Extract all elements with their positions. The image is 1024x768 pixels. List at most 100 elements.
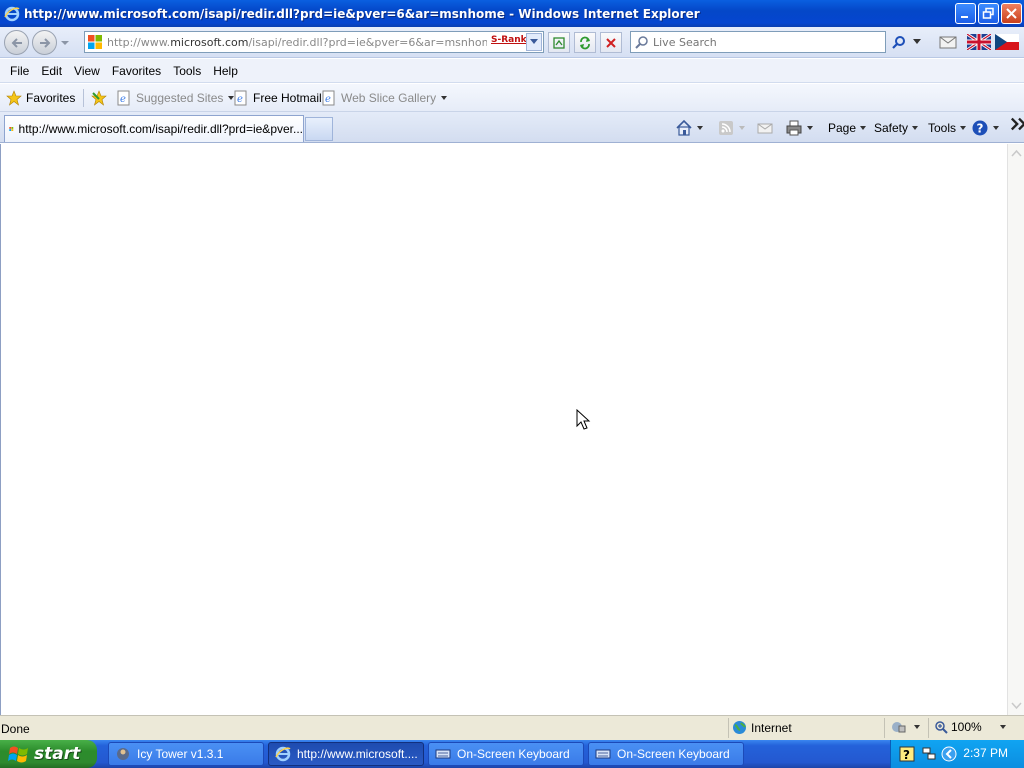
back-button[interactable] (4, 30, 29, 55)
tools-menu-button[interactable]: Tools (928, 118, 967, 138)
compatibility-view-button[interactable] (548, 32, 570, 53)
taskbar-icy-tower[interactable]: Icy Tower v1.3.1 (108, 742, 264, 766)
forward-button[interactable] (32, 30, 57, 55)
microsoft-favicon-icon (9, 127, 14, 131)
help-tray-icon[interactable]: ? (899, 746, 915, 762)
protected-mode-icon (892, 722, 906, 733)
zoom-control[interactable]: 100% (934, 720, 1006, 734)
windows-logo-icon (8, 746, 28, 763)
home-button[interactable] (675, 118, 703, 138)
chevron-down-icon (807, 126, 813, 130)
status-divider (728, 718, 729, 738)
chevron-double-right-icon (1010, 117, 1024, 131)
recent-pages-dropdown-icon[interactable] (61, 39, 69, 47)
taskbar-label: http://www.microsoft.... (297, 747, 418, 761)
menu-edit[interactable]: Edit (35, 64, 68, 78)
internet-explorer-icon (275, 746, 291, 762)
mouse-cursor-icon (576, 409, 591, 430)
address-bar[interactable]: http://www.microsoft.com/isapi/redir.dll… (84, 31, 544, 53)
safety-menu-button[interactable]: Safety (874, 118, 919, 138)
read-mail-button[interactable] (756, 118, 774, 138)
svg-text:?: ? (903, 748, 910, 762)
refresh-button[interactable] (574, 32, 596, 53)
forward-arrow-icon (39, 37, 50, 48)
svg-text:?: ? (977, 122, 984, 136)
page-content[interactable] (0, 144, 1007, 715)
close-button[interactable] (1001, 3, 1022, 24)
menu-help[interactable]: Help (207, 64, 244, 78)
svg-text:e: e (120, 94, 126, 105)
search-input[interactable] (653, 35, 873, 49)
tools-menu-label: Tools (928, 121, 957, 135)
suggested-sites-button[interactable]: e Suggested Sites (116, 88, 235, 108)
chevron-down-icon (530, 39, 538, 44)
chevron-down-icon (697, 126, 703, 130)
keyboard-icon (595, 749, 611, 759)
magnifier-icon (892, 36, 905, 49)
feeds-button[interactable] (717, 118, 745, 138)
tab-row: http://www.microsoft.com/isapi/redir.dll… (0, 112, 1024, 143)
page-menu-button[interactable]: Page (828, 118, 867, 138)
search-go-button[interactable] (889, 32, 909, 52)
restore-button[interactable] (978, 3, 999, 24)
scroll-up-icon[interactable] (1011, 148, 1022, 159)
chevron-down-icon (914, 725, 920, 729)
uk-flag-icon[interactable] (967, 34, 991, 50)
toolbar-overflow-button[interactable] (1010, 114, 1024, 134)
chevron-left-icon[interactable] (941, 746, 957, 762)
search-icon (635, 36, 648, 49)
vertical-scrollbar[interactable] (1007, 144, 1024, 715)
favorites-button[interactable]: Favorites (6, 88, 75, 108)
svg-text:e: e (237, 94, 243, 105)
help-button[interactable]: ? (971, 118, 999, 138)
zoom-level: 100% (951, 720, 982, 734)
search-box[interactable] (630, 31, 886, 53)
network-icon[interactable] (921, 746, 937, 762)
mail-icon[interactable] (937, 33, 959, 51)
add-to-favorites-bar-button[interactable] (91, 88, 111, 108)
new-tab-button[interactable] (305, 117, 333, 141)
taskbar-on-screen-keyboard-2[interactable]: On-Screen Keyboard (588, 742, 744, 766)
chevron-down-icon (739, 126, 745, 130)
menu-bar: File Edit View Favorites Tools Help (0, 59, 1024, 83)
tab-label: http://www.microsoft.com/isapi/redir.dll… (18, 122, 303, 136)
title-bar[interactable]: http://www.microsoft.com/isapi/redir.dll… (0, 0, 1024, 27)
safety-menu-label: Safety (874, 121, 909, 135)
clock: 2:37 PM (963, 746, 1008, 760)
taskbar-on-screen-keyboard[interactable]: On-Screen Keyboard (428, 742, 584, 766)
window-title: http://www.microsoft.com/isapi/redir.dll… (24, 6, 700, 21)
suggested-sites-label: Suggested Sites (136, 91, 224, 105)
minimize-button[interactable] (955, 3, 976, 24)
menu-tools[interactable]: Tools (167, 64, 207, 78)
menu-file[interactable]: File (4, 64, 35, 78)
print-button[interactable] (785, 118, 813, 138)
security-zone[interactable]: Internet (732, 720, 792, 735)
start-label: start (34, 744, 81, 764)
compatibility-icon (553, 36, 565, 49)
start-button[interactable]: start (0, 740, 97, 768)
status-text: Done (1, 722, 30, 736)
srank-badge[interactable]: S-Rank (491, 35, 527, 45)
address-url[interactable]: http://www.microsoft.com/isapi/redir.dll… (107, 36, 487, 49)
status-divider (884, 718, 885, 738)
page-menu-label: Page (828, 121, 857, 135)
web-slice-gallery-button[interactable]: e Web Slice Gallery (321, 88, 448, 108)
chevron-down-icon (913, 39, 921, 44)
refresh-icon (580, 36, 590, 49)
czech-flag-icon[interactable] (995, 34, 1019, 50)
icy-tower-app-icon (117, 748, 129, 760)
taskbar-internet-explorer[interactable]: http://www.microsoft.... (268, 742, 424, 766)
microsoft-favicon-icon (88, 35, 102, 49)
scroll-down-icon[interactable] (1011, 700, 1022, 711)
menu-favorites[interactable]: Favorites (106, 64, 167, 78)
ie-page-icon: e (117, 90, 130, 106)
search-options-dropdown[interactable] (910, 32, 924, 52)
protected-mode-indicator[interactable] (890, 720, 920, 734)
menu-view[interactable]: View (68, 64, 106, 78)
tab-microsoft[interactable]: http://www.microsoft.com/isapi/redir.dll… (4, 115, 304, 142)
address-dropdown-button[interactable] (526, 33, 542, 51)
free-hotmail-link[interactable]: e Free Hotmail (233, 88, 322, 108)
web-slice-gallery-label: Web Slice Gallery (341, 91, 437, 105)
printer-icon (786, 120, 802, 136)
stop-button[interactable] (600, 32, 622, 53)
